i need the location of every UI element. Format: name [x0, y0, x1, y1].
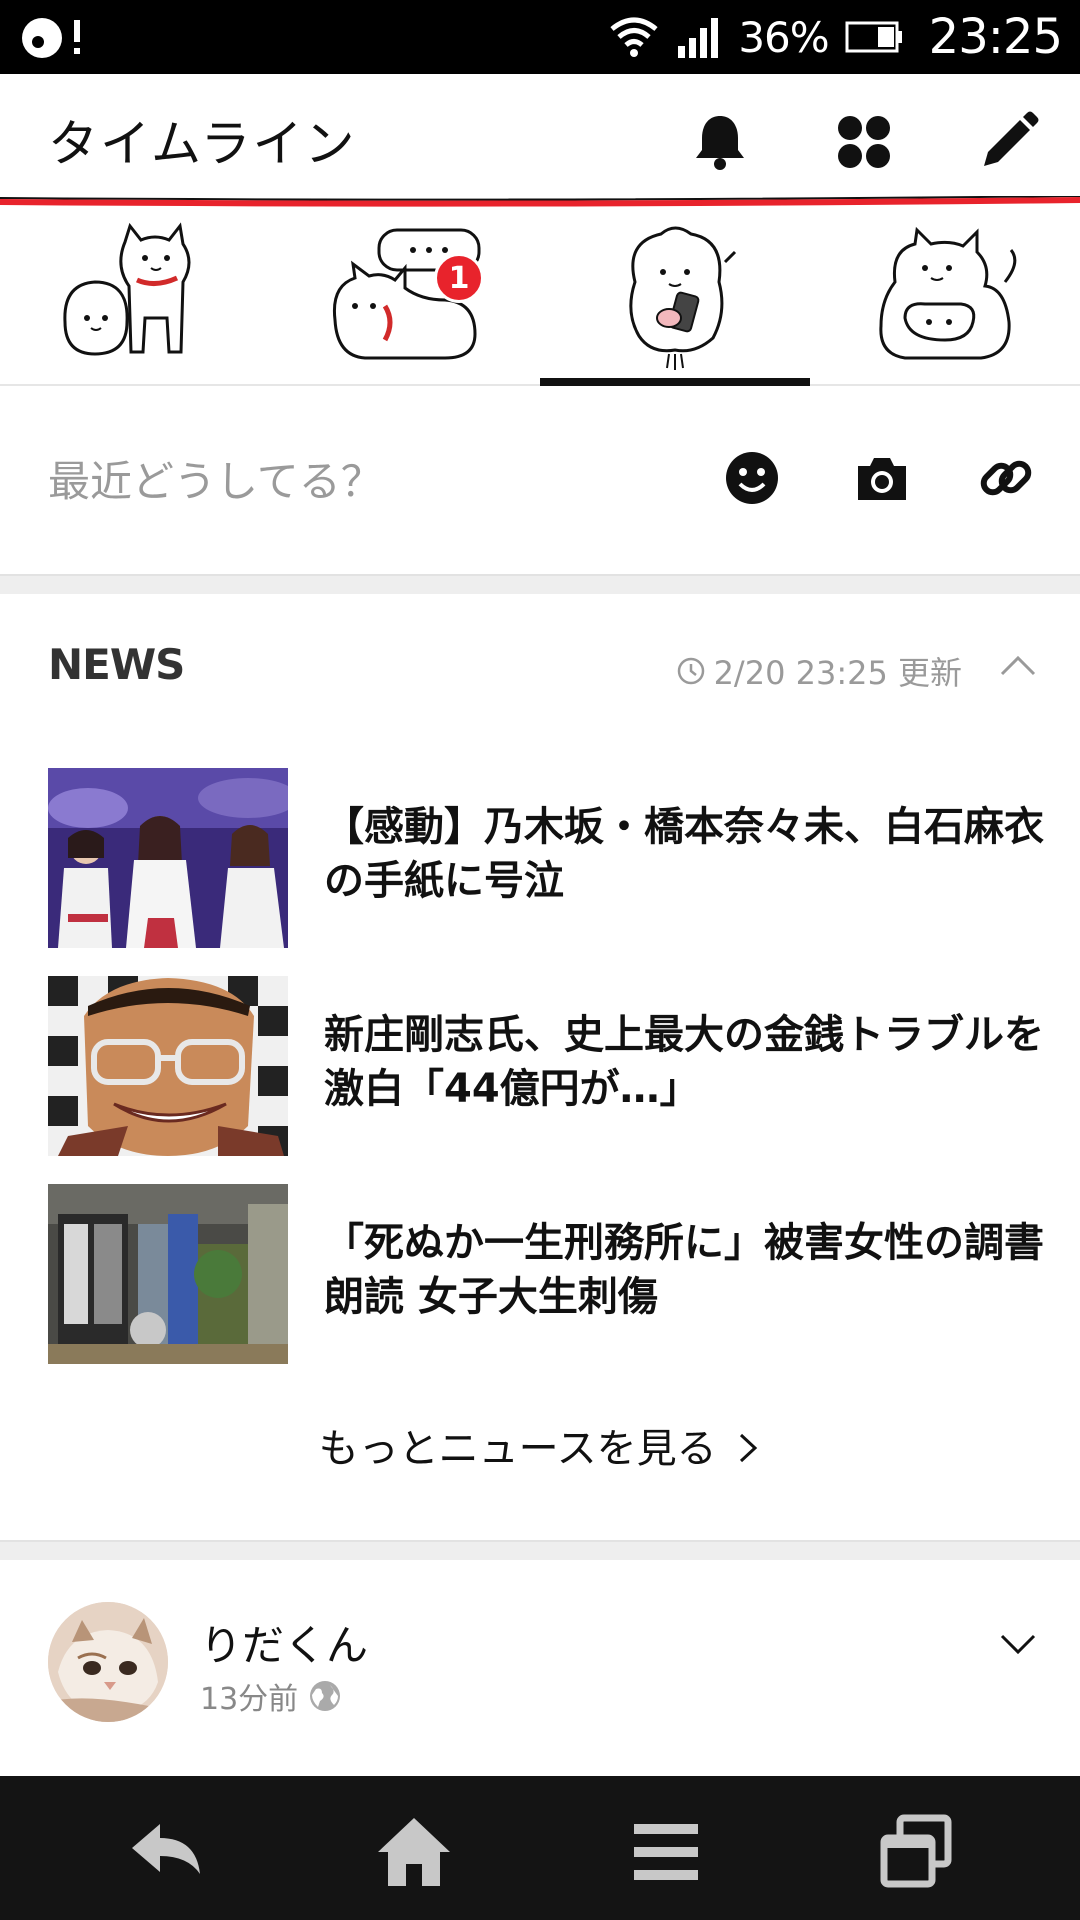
news-headline[interactable]: 新庄剛志氏、史上最大の金銭トラブルを激白「44億円が…」 [324, 1008, 1044, 1116]
home-icon[interactable] [374, 1812, 454, 1892]
avatar[interactable] [48, 1602, 168, 1722]
camera-icon[interactable] [852, 448, 912, 508]
post-composer: 最近どうしてる？ [0, 388, 1080, 574]
fluffy-dog-phone-sticker-icon [629, 226, 737, 370]
sticker-tab-bar: 1 [0, 208, 1080, 386]
signal-icon [678, 18, 719, 58]
battery-icon [845, 21, 902, 53]
news-thumbnail [48, 768, 288, 948]
two-dogs-sticker-icon [63, 222, 191, 356]
news-section: NEWS 2/20 23:25 更新 【感動】乃木坂・橋本奈々未、白石麻衣の手紙… [0, 596, 1080, 1540]
header-accent-line [0, 196, 1080, 207]
post-meta: 13分前 [200, 1674, 342, 1718]
clock-icon [677, 657, 704, 685]
section-divider [0, 1540, 1080, 1560]
news-item[interactable]: 新庄剛志氏、史上最大の金銭トラブルを激白「44億円が…」 [48, 976, 1044, 1156]
post-time: 13分前 [200, 1682, 299, 1717]
wifi-icon [610, 17, 658, 57]
clock: 23:25 [928, 9, 1063, 65]
tab-cat-hug[interactable] [810, 208, 1080, 386]
app-header: タイムライン [0, 74, 1080, 196]
timeline-post: りだくん 13分前 [0, 1560, 1080, 1776]
post-author[interactable]: りだくん [200, 1612, 368, 1673]
more-news-label: もっとニュースを見る [318, 1426, 717, 1472]
emoji-icon[interactable] [722, 448, 782, 508]
more-news-link[interactable]: もっとニュースを見る [0, 1416, 1080, 1474]
news-item[interactable]: 【感動】乃木坂・橋本奈々未、白石麻衣の手紙に号泣 [48, 768, 1044, 948]
chevron-up-icon[interactable] [996, 646, 1040, 686]
chevron-right-icon [740, 1433, 758, 1463]
notification-badge: 1 [434, 253, 484, 303]
globe-icon [310, 1681, 341, 1711]
page-title: タイムライン [48, 115, 357, 173]
section-divider [0, 574, 1080, 594]
back-icon[interactable] [126, 1812, 206, 1892]
link-icon[interactable] [976, 448, 1036, 508]
selected-tab-indicator [540, 378, 810, 386]
news-item[interactable]: 「死ぬか一生刑務所に」被害女性の調書朗読 女子大生刺傷 [48, 1184, 1044, 1364]
news-thumbnail [48, 976, 288, 1156]
tab-two-dogs[interactable] [0, 208, 270, 386]
app-notification-icon [22, 18, 80, 58]
tab-cat-speech[interactable] [270, 208, 540, 386]
pencil-icon[interactable] [976, 110, 1040, 174]
menu-icon[interactable] [626, 1812, 706, 1892]
battery-percent: 36% [738, 12, 829, 62]
system-nav-bar [0, 1776, 1080, 1920]
news-updated-label: 2/20 23:25 更新 [713, 654, 962, 692]
recent-apps-icon[interactable] [876, 1812, 956, 1892]
status-input[interactable]: 最近どうしてる？ [48, 448, 383, 509]
apps-icon[interactable] [832, 110, 896, 174]
news-updated-time: 2/20 23:25 更新 [676, 648, 962, 694]
news-heading: NEWS [48, 640, 185, 689]
news-headline[interactable]: 【感動】乃木坂・橋本奈々未、白石麻衣の手紙に号泣 [324, 800, 1044, 908]
news-thumbnail [48, 1184, 288, 1364]
bell-icon[interactable] [688, 110, 752, 174]
chevron-down-icon[interactable] [996, 1624, 1040, 1664]
news-headline[interactable]: 「死ぬか一生刑務所に」被害女性の調書朗読 女子大生刺傷 [324, 1216, 1044, 1324]
cat-hug-sticker-icon [879, 226, 1017, 360]
status-bar: 36% 23:25 [0, 0, 1080, 74]
tab-fluffy-dog[interactable] [540, 208, 810, 386]
